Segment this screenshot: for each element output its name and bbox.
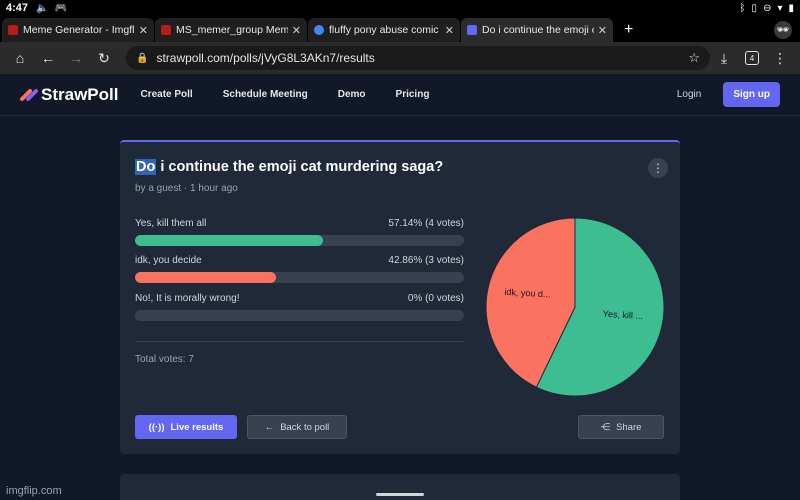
browser-tab-3[interactable]: fluffy pony abuse comic ✕ xyxy=(308,18,460,42)
poll-option: idk, you decide 42.86% (3 votes) xyxy=(135,255,464,283)
gesture-bar[interactable] xyxy=(376,493,424,496)
poll-byline: by a guest · 1 hour ago xyxy=(135,183,238,194)
back-arrow-icon[interactable]: ← xyxy=(34,46,62,70)
result-bar xyxy=(135,310,464,321)
result-bar xyxy=(135,235,464,246)
home-icon[interactable]: ⌂ xyxy=(6,46,34,70)
result-bar-fill xyxy=(135,235,323,246)
dnd-icon: ⊖ xyxy=(763,2,772,14)
download-icon[interactable]: ⤓ xyxy=(710,46,738,70)
browser-tab-4[interactable]: Do i continue the emoji cat ✕ xyxy=(461,18,613,42)
option-label: No!, It is morally wrong! xyxy=(135,293,240,304)
more-menu-icon[interactable]: ⋮ xyxy=(766,46,794,70)
option-result: 57.14% (4 votes) xyxy=(388,218,464,229)
bookmark-star-icon[interactable]: ☆ xyxy=(688,50,700,66)
selected-text: Do xyxy=(135,159,157,175)
tab-title: Do i continue the emoji cat xyxy=(482,24,594,36)
poll-option: Yes, kill them all 57.14% (4 votes) xyxy=(135,218,464,246)
option-label: idk, you decide xyxy=(135,255,202,266)
lock-icon[interactable]: 🔒 xyxy=(136,53,148,64)
nav-demo[interactable]: Demo xyxy=(338,89,366,100)
browser-tab-2[interactable]: MS_memer_group Meme ✕ xyxy=(155,18,307,42)
signup-button[interactable]: Sign up xyxy=(723,82,780,107)
new-tab-button[interactable]: + xyxy=(614,18,643,42)
option-result: 42.86% (3 votes) xyxy=(388,255,464,266)
live-results-button[interactable]: ((·)) Live results xyxy=(135,415,237,439)
tab-count: 4 xyxy=(745,51,759,65)
vibrate-icon: ▯ xyxy=(751,2,758,14)
tab-title: Meme Generator - Imgflip xyxy=(23,24,135,36)
browser-tab-1[interactable]: Meme Generator - Imgflip ✕ xyxy=(2,18,154,42)
tab-title: MS_memer_group Meme xyxy=(176,24,288,36)
incognito-icon[interactable]: 🕶 xyxy=(774,21,792,39)
results-pie-chart: Yes, kill ...idk, you d... xyxy=(485,217,665,397)
gamepad-icon: 🎮 xyxy=(54,2,67,14)
option-result: 0% (0 votes) xyxy=(407,293,464,304)
nav-pricing[interactable]: Pricing xyxy=(396,89,430,100)
more-options-icon[interactable]: ⋮ xyxy=(648,158,668,178)
google-favicon-icon xyxy=(314,25,324,35)
close-icon[interactable]: ✕ xyxy=(598,24,607,37)
result-bar xyxy=(135,272,464,283)
nav-schedule-meeting[interactable]: Schedule Meeting xyxy=(223,89,308,100)
reload-icon[interactable]: ↻ xyxy=(90,46,118,70)
browser-toolbar: ⌂ ← → ↻ 🔒 strawpoll.com/polls/jVyG8L3AKn… xyxy=(0,42,800,74)
address-bar[interactable]: 🔒 strawpoll.com/polls/jVyG8L3AKn7/result… xyxy=(126,46,710,70)
back-to-poll-button[interactable]: ← Back to poll xyxy=(247,415,347,439)
result-bar-fill xyxy=(135,272,276,283)
tab-switcher-button[interactable]: 4 xyxy=(738,46,766,70)
strawpoll-logo[interactable]: StrawPoll xyxy=(20,85,118,105)
imgflip-favicon-icon xyxy=(8,25,18,35)
site-header: StrawPoll Create Poll Schedule Meeting D… xyxy=(0,74,800,116)
share-icon: ⋲ xyxy=(600,421,611,433)
total-votes: Total votes: 7 xyxy=(135,354,194,365)
imgflip-favicon-icon xyxy=(161,25,171,35)
poll-option: No!, It is morally wrong! 0% (0 votes) xyxy=(135,293,464,321)
volume-icon: 🔈 xyxy=(36,2,49,14)
broadcast-icon: ((·)) xyxy=(148,421,165,433)
option-label: Yes, kill them all xyxy=(135,218,207,229)
nav-create-poll[interactable]: Create Poll xyxy=(140,89,192,100)
strawpoll-favicon-icon xyxy=(467,25,477,35)
imgflip-watermark: imgflip.com xyxy=(6,485,62,497)
forward-arrow-icon[interactable]: → xyxy=(62,46,90,70)
status-bar: 4:47 🔈 🎮 ᛒ ▯ ⊖ ▾ ▮ xyxy=(0,0,800,16)
poll-results-card: Do i continue the emoji cat murdering sa… xyxy=(120,140,680,454)
url-text[interactable]: strawpoll.com/polls/jVyG8L3AKn7/results xyxy=(156,51,682,65)
tab-strip: Meme Generator - Imgflip ✕ MS_memer_grou… xyxy=(0,16,800,42)
poll-title: Do i continue the emoji cat murdering sa… xyxy=(135,159,444,175)
web-page: StrawPoll Create Poll Schedule Meeting D… xyxy=(0,74,800,500)
close-icon[interactable]: ✕ xyxy=(445,24,454,37)
close-icon[interactable]: ✕ xyxy=(139,24,148,37)
wifi-icon: ▾ xyxy=(777,2,783,14)
clock: 4:47 xyxy=(6,2,29,14)
arrow-left-icon: ← xyxy=(264,421,275,433)
close-icon[interactable]: ✕ xyxy=(292,24,301,37)
share-button[interactable]: ⋲ Share xyxy=(578,415,664,439)
divider xyxy=(135,341,464,342)
bluetooth-icon: ᛒ xyxy=(739,2,746,14)
next-card xyxy=(120,474,680,500)
tab-title: fluffy pony abuse comic xyxy=(329,24,439,36)
login-link[interactable]: Login xyxy=(677,89,701,100)
battery-icon: ▮ xyxy=(788,2,794,14)
strawpoll-logo-icon xyxy=(20,88,38,101)
logo-text: StrawPoll xyxy=(41,84,119,104)
